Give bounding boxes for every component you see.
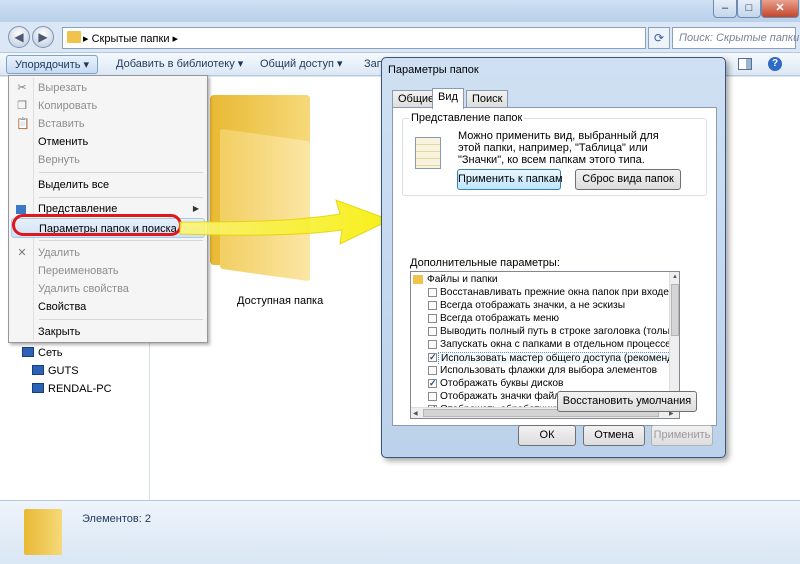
checkbox[interactable] bbox=[428, 366, 437, 375]
checkbox-checked[interactable]: ✓ bbox=[428, 353, 437, 362]
tab-view[interactable]: Вид bbox=[432, 88, 464, 109]
advanced-settings-label: Дополнительные параметры: bbox=[410, 257, 560, 269]
option-row[interactable]: Запускать окна с папками в отдельном про… bbox=[411, 339, 669, 351]
checkbox[interactable] bbox=[428, 392, 437, 401]
option-row[interactable]: Использовать флажки для выбора элементов bbox=[411, 365, 669, 377]
option-row[interactable]: Всегда отображать меню bbox=[411, 313, 669, 325]
option-row-share-wizard[interactable]: ✓ Использовать мастер общего доступа (рек… bbox=[411, 352, 669, 364]
scroll-left-icon[interactable]: ◀ bbox=[413, 410, 418, 417]
option-label: Использовать мастер общего доступа (реко… bbox=[438, 352, 669, 364]
option-row[interactable]: ✓ Отображать буквы дисков bbox=[411, 378, 669, 390]
folder-options-dialog: Параметры папок Общие Вид Поиск Представ… bbox=[381, 57, 726, 458]
reset-folders-button[interactable]: Сброс вида папок bbox=[575, 169, 681, 190]
folder-views-label: Представление папок bbox=[409, 112, 525, 124]
checkbox[interactable] bbox=[428, 314, 437, 323]
checkbox[interactable] bbox=[428, 288, 437, 297]
checkbox[interactable] bbox=[428, 301, 437, 310]
folder-icon bbox=[413, 275, 423, 284]
checkbox-checked[interactable]: ✓ bbox=[428, 379, 437, 388]
view-tab-panel: Представление папок Можно применить вид,… bbox=[392, 107, 717, 426]
ok-button[interactable]: ОК bbox=[518, 425, 576, 446]
option-label: Выводить полный путь в строке заголовка … bbox=[440, 326, 669, 337]
option-label: Запускать окна с папками в отдельном про… bbox=[440, 339, 669, 350]
dialog-title: Параметры папок bbox=[388, 64, 479, 76]
option-row[interactable]: Выводить полный путь в строке заголовка … bbox=[411, 326, 669, 338]
folder-view-icon bbox=[415, 137, 441, 169]
checkbox[interactable] bbox=[428, 340, 437, 349]
tree-root[interactable]: Файлы и папки bbox=[411, 274, 669, 286]
apply-to-folders-button[interactable]: Применить к папкам bbox=[457, 169, 563, 190]
option-row[interactable]: Всегда отображать значки, а не эскизы bbox=[411, 300, 669, 312]
tab-search[interactable]: Поиск bbox=[466, 90, 509, 108]
option-label: Всегда отображать меню bbox=[440, 313, 560, 324]
option-label: Восстанавливать прежние окна папок при в… bbox=[440, 287, 669, 298]
restore-defaults-button[interactable]: Восстановить умолчания bbox=[557, 391, 697, 412]
option-label: Всегда отображать значки, а не эскизы bbox=[440, 300, 626, 311]
apply-button[interactable]: Применить bbox=[651, 425, 713, 446]
folder-views-description: Можно применить вид, выбранный для этой … bbox=[458, 130, 659, 166]
option-label: Использовать флажки для выбора элементов bbox=[440, 365, 658, 376]
vertical-scrollbar[interactable]: ▲ ▼ bbox=[669, 272, 679, 408]
checkbox[interactable] bbox=[428, 327, 437, 336]
tree-root-label: Файлы и папки bbox=[427, 274, 498, 285]
scroll-up-icon[interactable]: ▲ bbox=[672, 274, 678, 280]
option-row[interactable]: Восстанавливать прежние окна папок при в… bbox=[411, 287, 669, 299]
cancel-button[interactable]: Отмена bbox=[583, 425, 645, 446]
scroll-thumb[interactable] bbox=[671, 284, 679, 336]
option-label: Отображать буквы дисков bbox=[440, 378, 564, 389]
folder-views-group: Представление папок Можно применить вид,… bbox=[402, 112, 707, 196]
